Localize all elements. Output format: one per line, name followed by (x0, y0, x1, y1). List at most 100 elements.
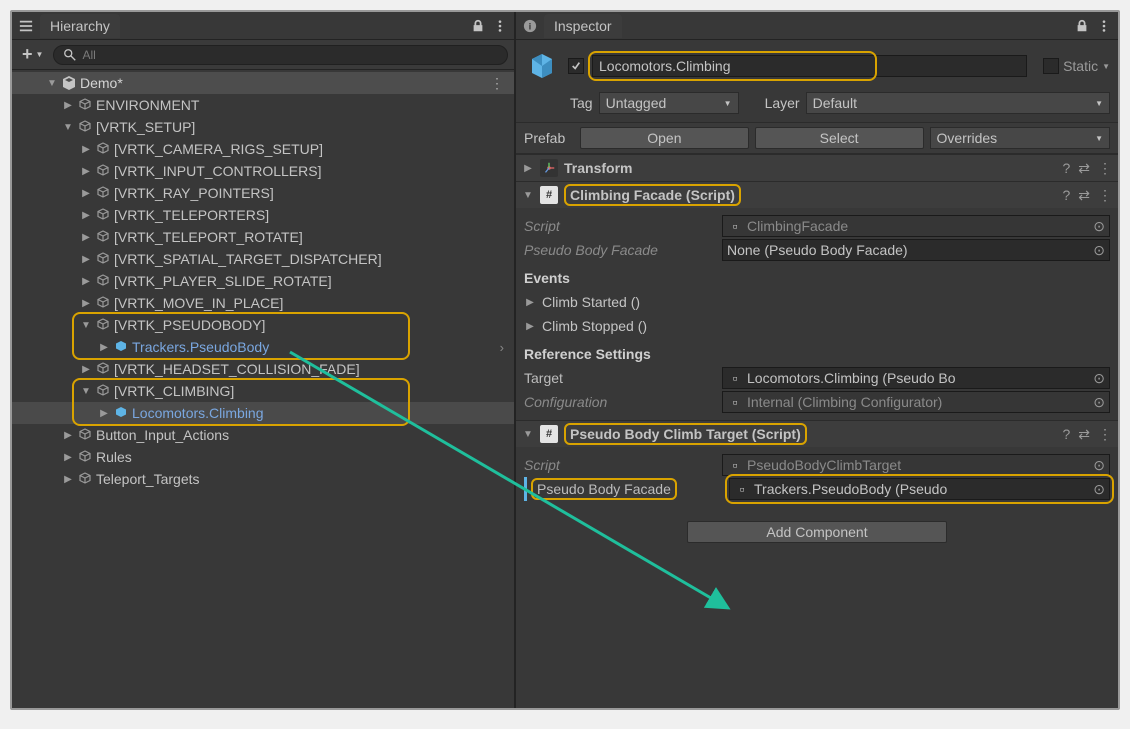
chevron-right-icon[interactable]: ▶ (80, 166, 92, 177)
chevron-right-icon[interactable]: ▶ (80, 232, 92, 243)
script-field[interactable]: ▫ PseudoBodyClimbTarget ⊙ (722, 454, 1110, 476)
chevron-right-icon[interactable]: ▶ (524, 297, 536, 308)
svg-text:i: i (529, 21, 532, 32)
chevron-right-icon[interactable]: ▶ (62, 430, 74, 441)
tree-row[interactable]: ▶ [VRTK_CAMERA_RIGS_SETUP] (12, 138, 514, 160)
prefab-select-button[interactable]: Select (755, 127, 924, 149)
component-title: Climbing Facade (Script) (564, 184, 741, 206)
tree-row[interactable]: ▼ [VRTK_SETUP] (12, 116, 514, 138)
event-row[interactable]: ▶ Climb Started () (524, 290, 1110, 314)
field-value: ClimbingFacade (747, 218, 848, 234)
tree-row[interactable]: ▶ Button_Input_Actions (12, 424, 514, 446)
tree-row-trackers[interactable]: ▶ Trackers.PseudoBody › (12, 336, 514, 358)
preset-icon[interactable]: ⇄ (1078, 426, 1090, 443)
chevron-down-icon[interactable]: ▼ (62, 122, 74, 133)
static-checkbox[interactable] (1043, 58, 1059, 74)
pseudo-body-facade-field[interactable]: None (Pseudo Body Facade) ⊙ (722, 239, 1110, 261)
help-icon[interactable]: ? (1062, 160, 1070, 177)
chevron-down-icon[interactable]: ▼ (46, 78, 58, 89)
tree-row[interactable]: ▶ [VRTK_SPATIAL_TARGET_DISPATCHER] (12, 248, 514, 270)
kebab-menu-icon[interactable]: ⋮ (490, 75, 504, 92)
chevron-right-icon[interactable]: ▶ (98, 342, 110, 353)
chevron-right-icon[interactable]: ▶ (80, 188, 92, 199)
lock-icon[interactable] (1074, 18, 1090, 34)
climbing-facade-header[interactable]: ▼ # Climbing Facade (Script) ? ⇄ ⋮ (516, 182, 1118, 208)
transform-icon (540, 159, 558, 177)
enabled-checkbox[interactable] (568, 58, 584, 74)
chevron-right-icon[interactable]: ▶ (80, 364, 92, 375)
chevron-right-icon[interactable]: ▶ (522, 163, 534, 174)
kebab-menu-icon[interactable]: ⋮ (1098, 426, 1112, 443)
tree-row[interactable]: ▶ [VRTK_HEADSET_COLLISION_FADE] (12, 358, 514, 380)
kebab-menu-icon[interactable] (492, 18, 508, 34)
search-input[interactable]: All (53, 45, 508, 65)
inspector-tab[interactable]: Inspector (544, 14, 622, 38)
chevron-right-icon[interactable]: ▶ (80, 210, 92, 221)
chevron-down-icon[interactable]: ▼ (522, 429, 534, 440)
create-dropdown[interactable]: + ▼ (18, 42, 47, 67)
tree-row[interactable]: ▶ [VRTK_PLAYER_SLIDE_ROTATE] (12, 270, 514, 292)
chevron-right-icon[interactable]: ▶ (62, 474, 74, 485)
help-icon[interactable]: ? (1062, 187, 1070, 204)
prefab-open-button[interactable]: Open (580, 127, 749, 149)
tag-layer-row: Tag Untagged▼ Layer Default▼ (516, 92, 1118, 122)
kebab-menu-icon[interactable] (1096, 18, 1112, 34)
layer-dropdown[interactable]: Default▼ (806, 92, 1110, 114)
object-picker-icon[interactable]: ⊙ (1093, 481, 1105, 498)
tree-row[interactable]: ▶ Teleport_Targets (12, 468, 514, 490)
static-toggle[interactable]: Static ▼ (1043, 58, 1110, 74)
chevron-down-icon[interactable]: ▼ (80, 320, 92, 331)
chevron-down-icon[interactable]: ▼ (80, 386, 92, 397)
configuration-field[interactable]: ▫ Internal (Climbing Configurator) ⊙ (722, 391, 1110, 413)
chevron-down-icon[interactable]: ▼ (522, 190, 534, 201)
object-picker-icon[interactable]: ⊙ (1093, 218, 1105, 235)
tree-row[interactable]: ▶ Rules (12, 446, 514, 468)
event-row[interactable]: ▶ Climb Stopped () (524, 314, 1110, 338)
hierarchy-tree[interactable]: ▼ Demo* ⋮ ▶ ENVIRONMENT ▼ [VRTK_SETUP] ▶ (12, 70, 514, 708)
tree-row[interactable]: ▶ [VRTK_TELEPORTERS] (12, 204, 514, 226)
tree-row-selected[interactable]: ▶ Locomotors.Climbing (12, 402, 514, 424)
prefab-overrides-dropdown[interactable]: Overrides▼ (930, 127, 1111, 149)
transform-component-header[interactable]: ▶ Transform ? ⇄ ⋮ (516, 155, 1118, 181)
pseudo-body-climb-target-header[interactable]: ▼ # Pseudo Body Climb Target (Script) ? … (516, 421, 1118, 447)
chevron-right-icon[interactable]: ▶ (80, 144, 92, 155)
object-picker-icon[interactable]: ⊙ (1093, 394, 1105, 411)
chevron-right-icon[interactable]: ▶ (62, 452, 74, 463)
help-icon[interactable]: ? (1062, 426, 1070, 443)
pseudo-body-facade-field[interactable]: ▫ Trackers.PseudoBody (Pseudo ⊙ (729, 478, 1110, 500)
chevron-right-icon[interactable]: ▶ (80, 276, 92, 287)
script-asset-icon: ▫ (734, 481, 750, 497)
scene-row[interactable]: ▼ Demo* ⋮ (12, 72, 514, 94)
preset-icon[interactable]: ⇄ (1078, 187, 1090, 204)
script-field[interactable]: ▫ ClimbingFacade ⊙ (722, 215, 1110, 237)
tree-row[interactable]: ▼ [VRTK_PSEUDOBODY] (12, 314, 514, 336)
chevron-right-icon[interactable]: ▶ (80, 298, 92, 309)
info-icon: i (522, 18, 538, 34)
target-field[interactable]: ▫ Locomotors.Climbing (Pseudo Bo ⊙ (722, 367, 1110, 389)
tree-row[interactable]: ▶ [VRTK_MOVE_IN_PLACE] (12, 292, 514, 314)
chevron-right-icon[interactable]: ▶ (524, 321, 536, 332)
lock-icon[interactable] (470, 18, 486, 34)
tree-row[interactable]: ▶ [VRTK_RAY_POINTERS] (12, 182, 514, 204)
tree-row[interactable]: ▼ [VRTK_CLIMBING] (12, 380, 514, 402)
scene-label: Demo* (80, 75, 123, 91)
kebab-menu-icon[interactable]: ⋮ (1098, 160, 1112, 177)
gameobject-name-input[interactable]: Locomotors.Climbing (592, 55, 1027, 77)
script-icon: # (540, 425, 558, 443)
preset-icon[interactable]: ⇄ (1078, 160, 1090, 177)
tree-row[interactable]: ▶ [VRTK_TELEPORT_ROTATE] (12, 226, 514, 248)
kebab-menu-icon[interactable]: ⋮ (1098, 187, 1112, 204)
tree-row[interactable]: ▶ ENVIRONMENT (12, 94, 514, 116)
chevron-right-icon[interactable]: ▶ (80, 254, 92, 265)
chevron-right-icon[interactable]: ▶ (62, 100, 74, 111)
object-picker-icon[interactable]: ⊙ (1093, 370, 1105, 387)
chevron-right-icon[interactable]: › (500, 340, 504, 355)
chevron-right-icon[interactable]: ▶ (98, 408, 110, 419)
tree-row[interactable]: ▶ [VRTK_INPUT_CONTROLLERS] (12, 160, 514, 182)
add-component-button[interactable]: Add Component (687, 521, 947, 543)
object-picker-icon[interactable]: ⊙ (1093, 242, 1105, 259)
hierarchy-tab[interactable]: Hierarchy (40, 14, 120, 38)
object-picker-icon[interactable]: ⊙ (1093, 457, 1105, 474)
tag-dropdown[interactable]: Untagged▼ (599, 92, 739, 114)
section-label: Events (524, 262, 1110, 290)
